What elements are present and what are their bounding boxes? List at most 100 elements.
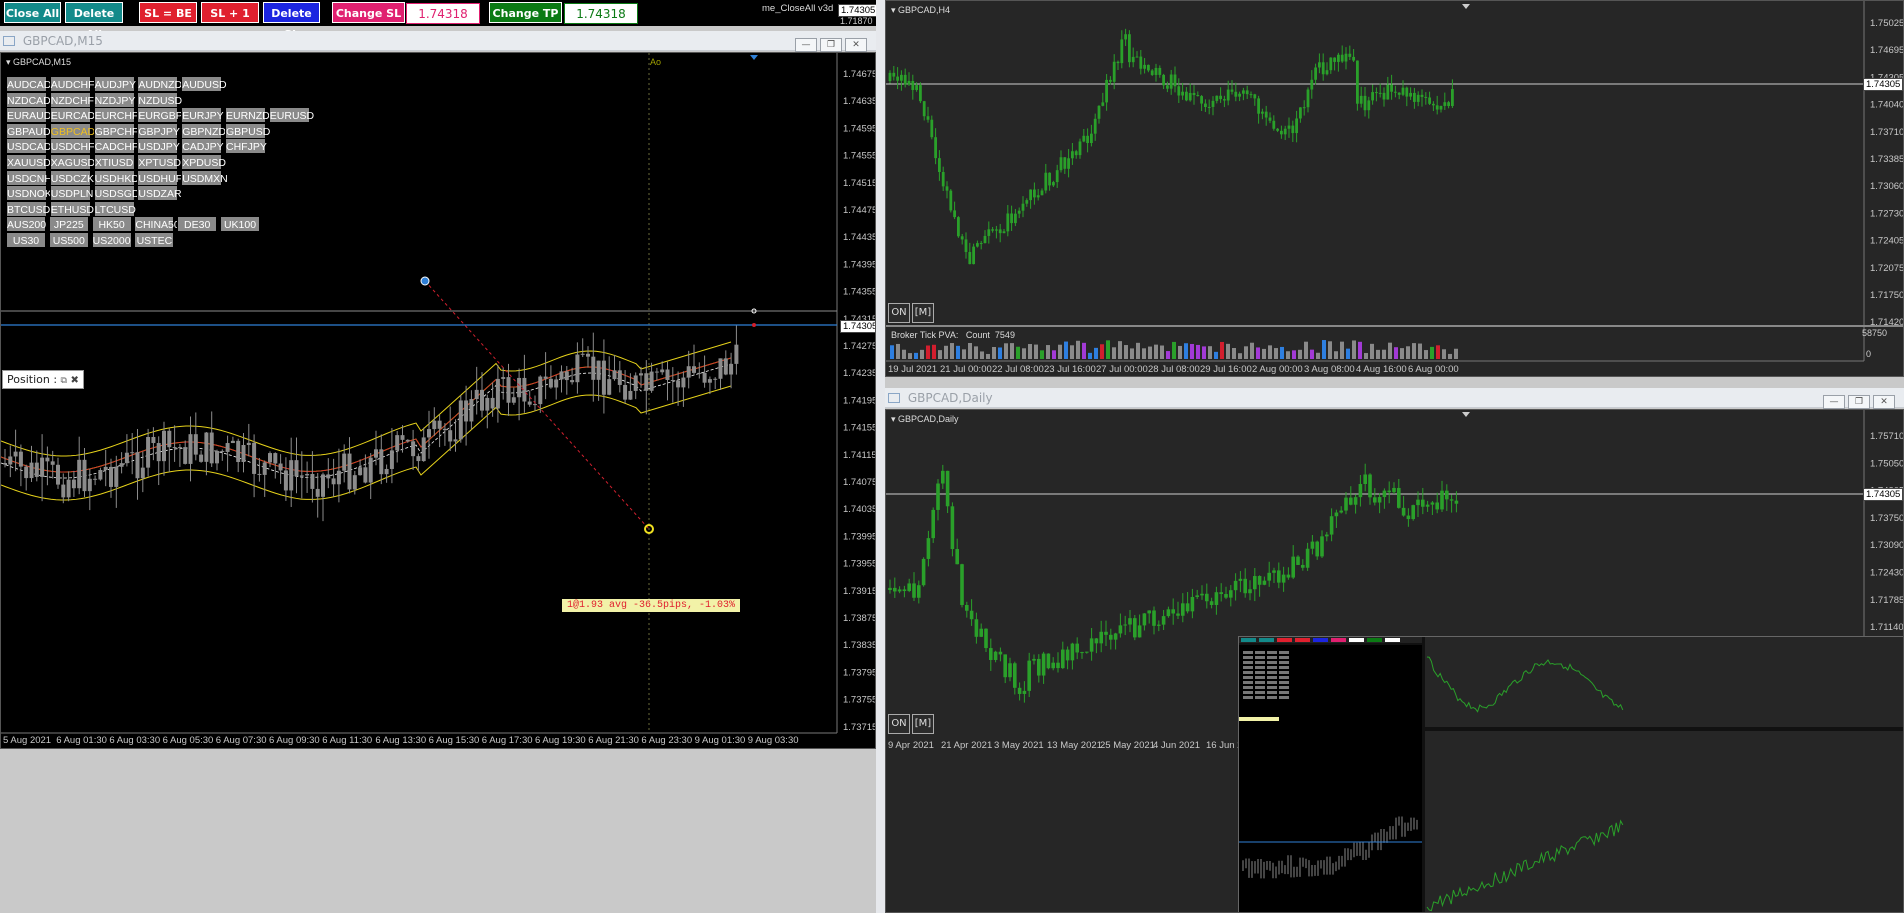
symbol-button-usdczk[interactable]: USDCZK <box>49 169 94 186</box>
symbol-button-euraud[interactable]: EURAUD <box>6 107 51 124</box>
change-sl-button[interactable]: Change SL >> <box>332 2 405 41</box>
symbol-button-usdnok[interactable]: USDNOK <box>6 185 52 202</box>
symbol-button-nzdchf[interactable]: NZDCHF <box>49 91 94 108</box>
symbol-button-usdhkd[interactable]: USDHKD <box>93 169 139 186</box>
sl-plus1-button[interactable]: SL + 1 <box>201 2 259 23</box>
symbol-button-audjpy[interactable]: AUDJPY <box>93 76 136 92</box>
symbol-button-china50[interactable]: CHINA50 <box>134 216 180 233</box>
symbol-button-gbpnzd[interactable]: GBPNZD <box>181 122 226 139</box>
symbol-button-usdchf[interactable]: USDCHF <box>49 138 95 155</box>
h4-volume-bar <box>1280 346 1284 359</box>
h4-volume-bar <box>1184 343 1188 359</box>
symbol-button-xauusd[interactable]: XAUUSD <box>6 154 51 170</box>
preview-symbol-chip <box>1243 691 1253 694</box>
trade-info-label: 1@1.93 avg -36.5pips, -1.03% <box>562 599 741 612</box>
symbol-button-usdjpy[interactable]: USDJPY <box>137 138 180 155</box>
minimize-icon[interactable]: — <box>1823 395 1845 409</box>
daily-candle-body <box>1267 572 1271 581</box>
h4-volume-bar <box>1010 343 1014 359</box>
symbol-button-uk100[interactable]: UK100 <box>220 216 260 233</box>
symbol-button-usdpln[interactable]: USDPLN <box>49 185 93 202</box>
symbol-button-xptusd[interactable]: XPTUSD <box>137 154 181 170</box>
symbol-button-cadjpy[interactable]: CADJPY <box>181 138 224 155</box>
change-tp-button[interactable]: Change TP >> <box>489 2 562 41</box>
h4-candle-body <box>1356 60 1359 104</box>
tp-value-input[interactable]: 1.74318 <box>564 3 638 24</box>
close-icon[interactable]: ✕ <box>845 38 867 52</box>
h4-candle-body <box>1428 97 1431 104</box>
symbol-button-nzdjpy[interactable]: NZDJPY <box>93 91 135 108</box>
maximize-icon[interactable]: ❐ <box>820 38 842 52</box>
symbol-button-hk50[interactable]: HK50 <box>91 216 132 233</box>
h4-volume-bar <box>1136 342 1140 359</box>
symbol-button-audnzd[interactable]: AUDNZD <box>137 76 182 92</box>
h4-candle-body <box>903 74 907 85</box>
symbol-button-usdsgd[interactable]: USDSGD <box>93 185 140 202</box>
symbol-button-btcusd[interactable]: BTCUSD <box>6 200 50 217</box>
symbol-button-chfjpy[interactable]: CHFJPY <box>225 138 267 155</box>
symbol-button-audusd[interactable]: AUDUSD <box>181 76 227 92</box>
symbol-button-cadchf[interactable]: CADCHF <box>93 138 138 155</box>
symbol-button-gbpchf[interactable]: GBPCHF <box>93 122 138 139</box>
delete-sl-button[interactable]: Delete SL <box>263 2 320 41</box>
h4-m-button[interactable]: [M] <box>912 303 934 323</box>
symbol-button-ltcusd[interactable]: LTCUSD <box>93 200 136 217</box>
symbol-button-usdzar[interactable]: USDZAR <box>137 185 182 202</box>
symbol-button-audcad[interactable]: AUDCAD <box>6 76 51 92</box>
symbol-button-nzdusd[interactable]: NZDUSD <box>137 91 182 108</box>
close-icon[interactable]: ✕ <box>1873 395 1895 409</box>
symbol-button-us500[interactable]: US500 <box>48 232 89 248</box>
symbol-button-us2000[interactable]: US2000 <box>91 232 132 248</box>
h4-candle-body <box>1059 157 1063 171</box>
symbol-button-eurjpy[interactable]: EURJPY <box>181 107 224 124</box>
h4-indicator-min: 0 <box>1866 349 1872 359</box>
symbol-button-usdcad[interactable]: USDCAD <box>6 138 51 155</box>
symbol-button-ustec[interactable]: USTEC <box>134 232 175 248</box>
h4-chart[interactable]: 1.75025 1.74695 1.74305 1.74040 1.73710 1.733… <box>885 0 1904 377</box>
m15-window-titlebar[interactable]: GBPCAD,M15 — ❐ ✕ <box>0 31 878 52</box>
m15-chart[interactable]: 1.74675 1.74635 1.74595 1.74555 1.74515 1.744… <box>0 52 876 749</box>
symbol-button-nzdcad[interactable]: NZDCAD <box>6 91 51 108</box>
m15-candle-body <box>405 439 410 442</box>
symbol-button-xtiusd[interactable]: XTIUSD <box>93 154 135 170</box>
symbol-button-xpdusd[interactable]: XPDUSD <box>181 154 226 170</box>
h4-on-button[interactable]: ON <box>888 303 910 323</box>
symbol-button-gbpusd[interactable]: GBPUSD <box>225 122 270 139</box>
symbol-button-eurcad[interactable]: EURCAD <box>49 107 95 124</box>
h4-candle-body <box>930 119 934 138</box>
symbol-button-eurusd[interactable]: EURUSD <box>268 107 314 124</box>
symbol-button-de30[interactable]: DE30 <box>177 216 218 233</box>
symbol-button-eurchf[interactable]: EURCHF <box>93 107 138 124</box>
symbol-button-audchf[interactable]: AUDCHF <box>49 76 95 92</box>
preview-symbol-chip <box>1243 686 1253 689</box>
symbol-button-jp225[interactable]: JP225 <box>48 216 89 233</box>
symbol-button-usdcnh[interactable]: USDCNH <box>6 169 52 186</box>
daily-on-button[interactable]: ON <box>888 714 910 734</box>
symbol-button-eurnzd[interactable]: EURNZD <box>225 107 270 124</box>
symbol-button-aus200[interactable]: AUS200 <box>6 216 46 233</box>
close-icon[interactable]: ✖ <box>70 375 78 386</box>
position-panel[interactable]: Position : ⧉ ✖ <box>2 370 84 389</box>
symbol-button-xagusd[interactable]: XAGUSD <box>49 154 95 170</box>
delete-all-button[interactable]: Delete All <box>65 2 123 41</box>
sl-be-button[interactable]: SL = BE <box>139 2 197 23</box>
symbol-button-gbpcad[interactable]: GBPCAD <box>49 122 95 139</box>
minimize-icon[interactable]: — <box>795 38 817 52</box>
symbol-button-usdmxn[interactable]: USDMXN <box>181 169 228 186</box>
restore-icon[interactable]: ⧉ <box>61 376 67 386</box>
daily-window-titlebar[interactable]: GBPCAD,Daily — ❐ ✕ <box>885 388 1904 409</box>
symbol-button-gbpjpy[interactable]: GBPJPY <box>137 122 180 139</box>
symbol-button-usdhuf[interactable]: USDHUF <box>137 169 182 186</box>
preview-toolbar-chip <box>1385 638 1400 642</box>
symbol-button-us30[interactable]: US30 <box>6 232 46 248</box>
symbol-button-gbpaud[interactable]: GBPAUD <box>6 122 51 139</box>
close-all-button[interactable]: Close All <box>4 2 61 23</box>
h4-candle-body <box>1367 100 1371 111</box>
daily-m-button[interactable]: [M] <box>912 714 934 734</box>
m15-candle-body <box>347 453 352 490</box>
maximize-icon[interactable]: ❐ <box>1848 395 1870 409</box>
sl-value-input[interactable]: 1.74318 <box>406 3 480 24</box>
daily-chart[interactable]: 1.75710 1.75050 1.74305 1.73750 1.73090 1.724… <box>885 409 1904 913</box>
symbol-button-ethusd[interactable]: ETHUSD <box>49 200 94 217</box>
symbol-button-eurgbp[interactable]: EURGBP <box>137 107 183 124</box>
